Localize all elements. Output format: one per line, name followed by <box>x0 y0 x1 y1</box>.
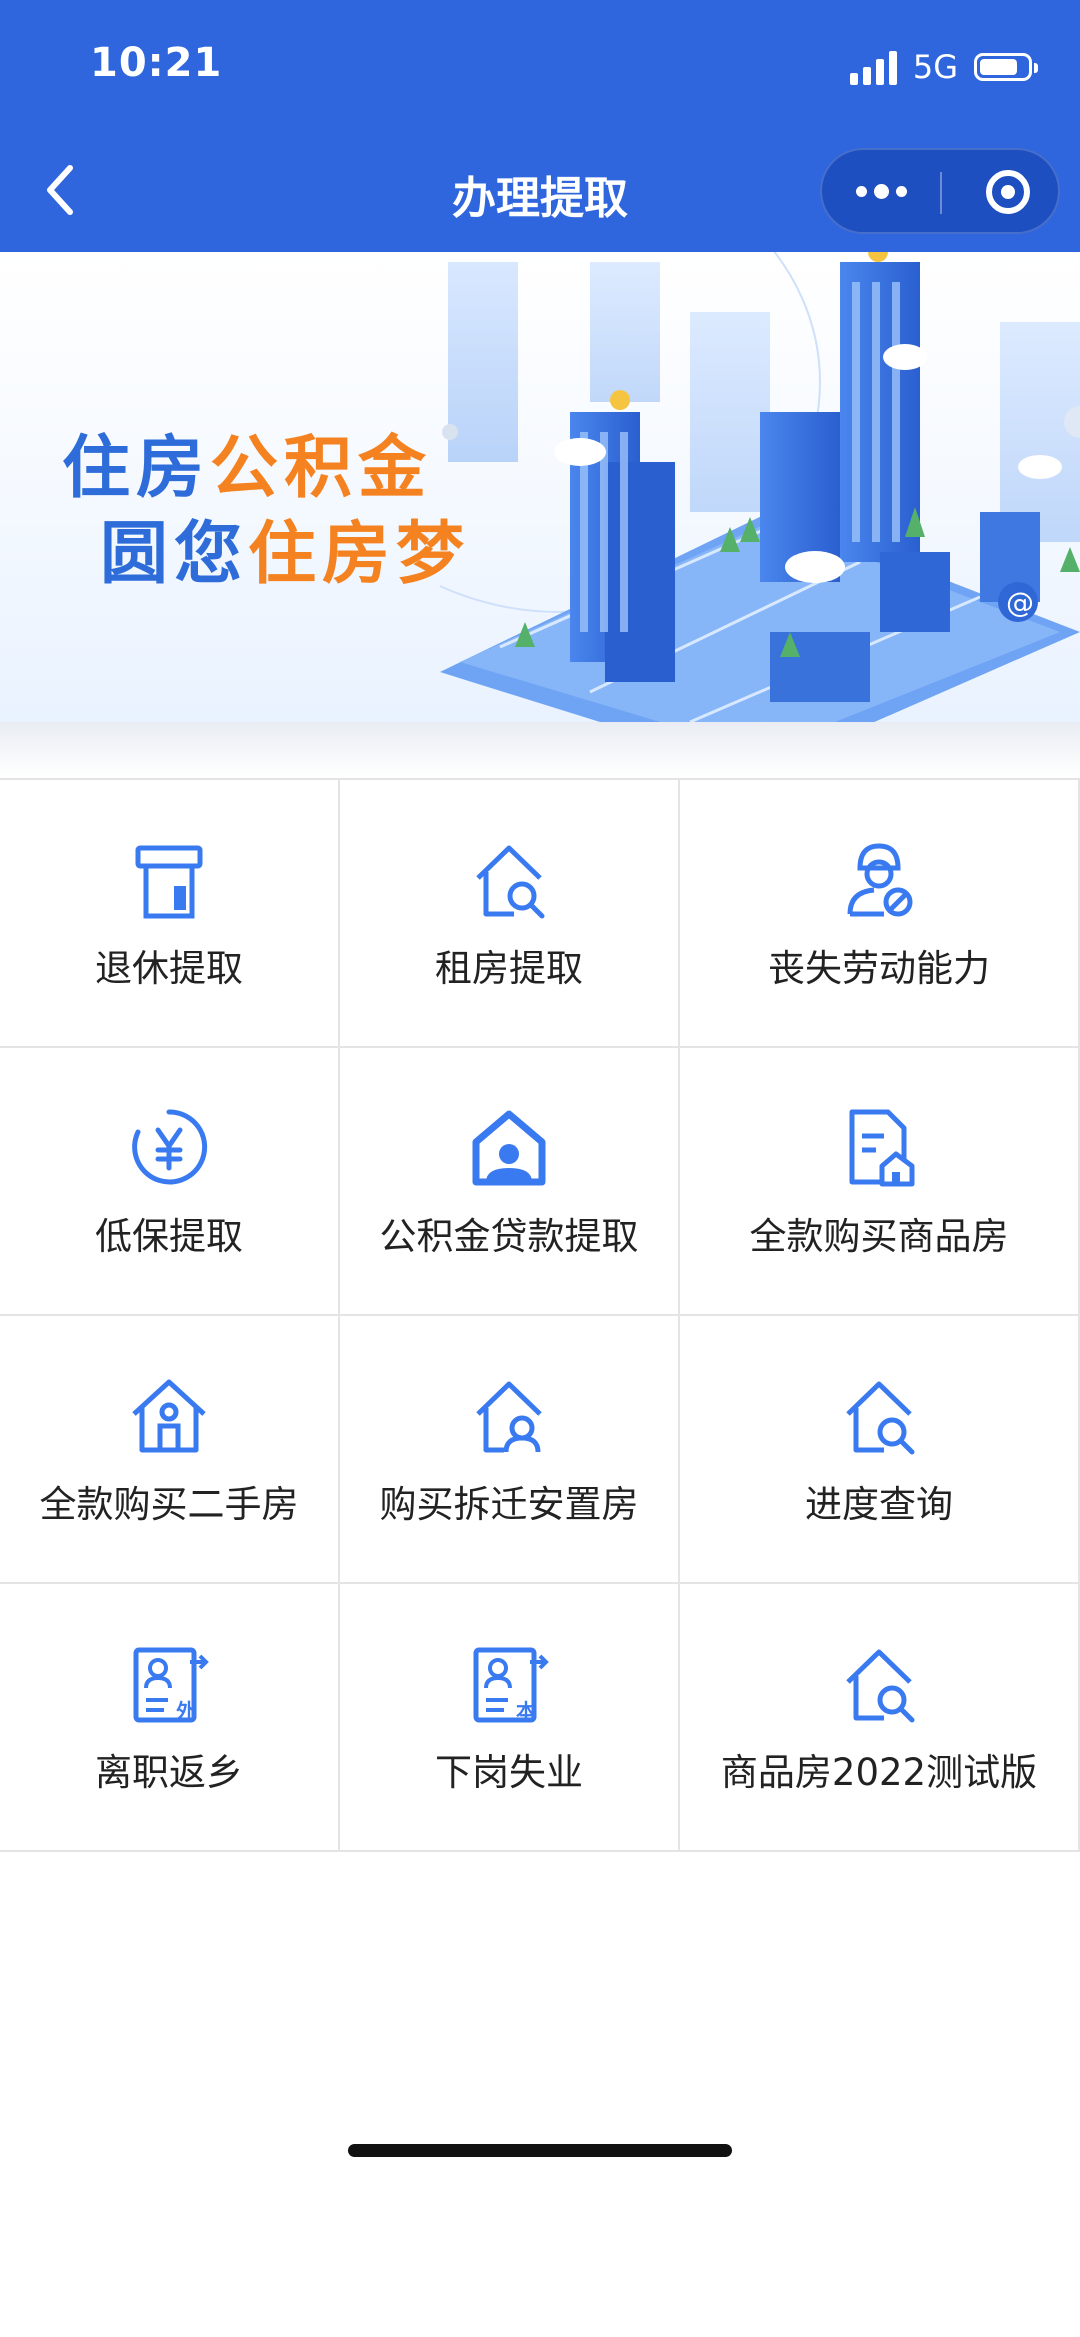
close-miniprogram-icon[interactable] <box>986 170 1030 214</box>
service-tile[interactable]: 商品房2022测试版 <box>680 1584 1080 1852</box>
service-tile[interactable]: 丧失劳动能力 <box>680 780 1080 1048</box>
service-label: 进度查询 <box>805 1483 953 1526</box>
service-tile[interactable]: 公积金贷款提取 <box>340 1048 680 1316</box>
service-label: 离职返乡 <box>95 1751 243 1794</box>
status-time: 10:21 <box>90 40 223 86</box>
service-label: 退休提取 <box>95 947 243 990</box>
promo-banner[interactable]: 住房公积金 圆您住房梦 @ <box>0 252 1080 722</box>
service-label: 购买拆迁安置房 <box>379 1483 639 1526</box>
network-type: 5G <box>912 48 958 86</box>
service-label: 全款购买二手房 <box>39 1483 299 1526</box>
header-bar: 10:21 5G 办理提取 <box>0 0 1080 252</box>
worker-disabled-icon <box>834 834 924 924</box>
service-label: 租房提取 <box>435 947 583 990</box>
service-label: 公积金贷款提取 <box>379 1215 639 1258</box>
service-label: 丧失劳动能力 <box>768 947 990 990</box>
house-user-icon <box>464 1370 554 1460</box>
service-tile[interactable]: 本下岗失业 <box>340 1584 680 1852</box>
house-search-icon <box>834 1370 924 1460</box>
svg-text:@: @ <box>1006 586 1034 619</box>
service-tile[interactable]: 租房提取 <box>340 780 680 1048</box>
document-house-icon <box>834 1102 924 1192</box>
signal-icon <box>849 49 897 85</box>
service-tile[interactable]: 全款购买二手房 <box>0 1316 340 1584</box>
more-options-button[interactable] <box>822 150 940 232</box>
service-tile[interactable]: 进度查询 <box>680 1316 1080 1584</box>
status-indicators: 5G <box>849 46 1038 88</box>
card-outside-icon: 外 <box>124 1638 214 1728</box>
miniprogram-capsule <box>820 148 1060 234</box>
svg-text:本: 本 <box>516 1699 536 1723</box>
service-grid: 退休提取 租房提取 丧失劳动能力低保提取 公积金贷款提取 全款购买商品房全款购买二手房 购… <box>0 778 1080 1852</box>
home-indicator[interactable] <box>348 2144 732 2157</box>
service-tile[interactable]: 退休提取 <box>0 780 340 1048</box>
service-tile[interactable]: 全款购买商品房 <box>680 1048 1080 1316</box>
city-illustration: @ <box>440 252 1080 722</box>
atm-card-icon <box>124 834 214 924</box>
banner-slogan-line2: 圆您住房梦 <box>100 515 471 594</box>
svg-text:外: 外 <box>176 1699 196 1723</box>
battery-icon <box>974 53 1038 81</box>
service-tile[interactable]: 低保提取 <box>0 1048 340 1316</box>
card-local-icon: 本 <box>464 1638 554 1728</box>
house-search-icon <box>464 834 554 924</box>
capsule-divider <box>940 172 942 214</box>
house-door-icon <box>124 1370 214 1460</box>
service-label: 全款购买商品房 <box>749 1215 1009 1258</box>
service-tile[interactable]: 购买拆迁安置房 <box>340 1316 680 1584</box>
banner-shadow <box>0 722 1080 778</box>
service-label: 下岗失业 <box>435 1751 583 1794</box>
house-person-icon <box>464 1102 554 1192</box>
house-search-icon <box>834 1638 924 1728</box>
service-label: 低保提取 <box>95 1215 243 1258</box>
yuan-circle-icon <box>124 1102 214 1192</box>
service-tile[interactable]: 外离职返乡 <box>0 1584 340 1852</box>
service-label: 商品房2022测试版 <box>720 1751 1038 1794</box>
banner-slogan-line1: 住房公积金 <box>62 429 433 508</box>
